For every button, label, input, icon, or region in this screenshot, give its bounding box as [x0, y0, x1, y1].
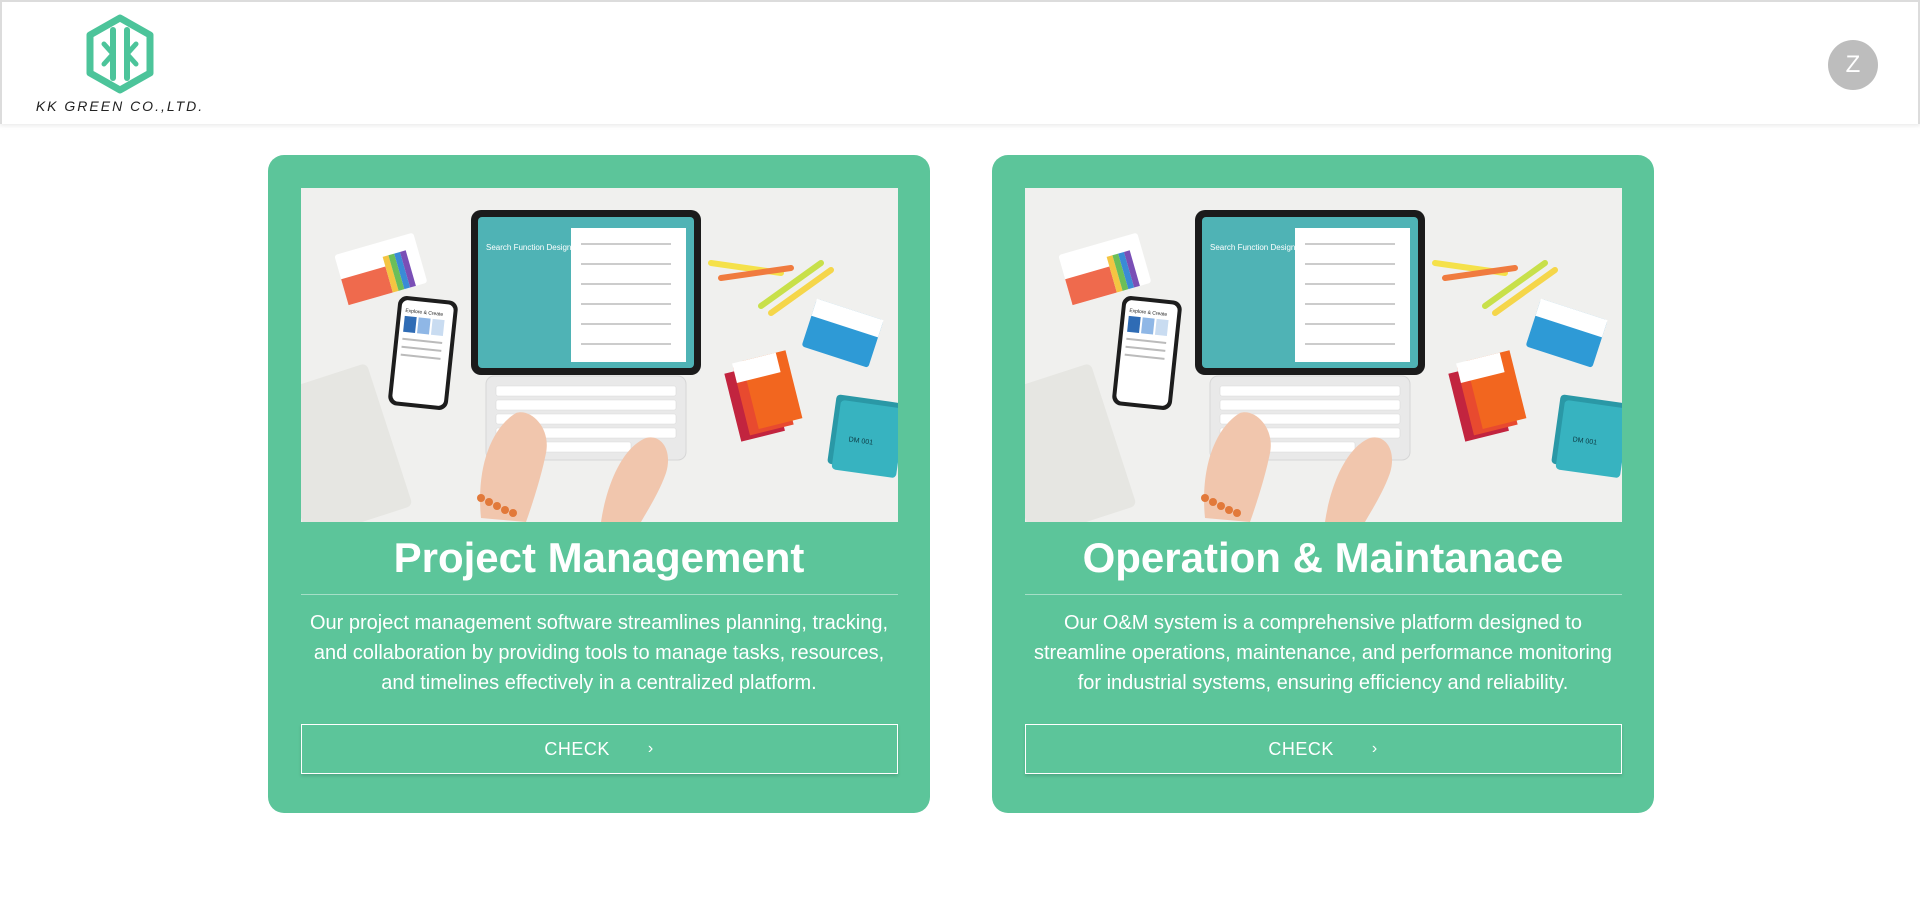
check-button-label: CHECK	[544, 738, 610, 759]
check-button-label: CHECK	[1268, 738, 1334, 759]
chevron-right-icon: ›	[1371, 740, 1378, 757]
card-divider	[300, 594, 898, 595]
company-logo[interactable]: KK GREEN CO.,LTD.	[30, 14, 210, 116]
card-operation-maintenance: Explore & Create Search Function Design …	[992, 155, 1654, 813]
workspace-illustration: Explore & Create Search Function Design …	[300, 188, 898, 522]
company-name: KK GREEN CO.,LTD.	[35, 98, 205, 114]
card-description: Our project management software streamli…	[309, 612, 889, 694]
card-title: Operation & Maintanace	[1082, 534, 1564, 581]
workspace-photo: Explore & Create Search Function Design …	[300, 188, 898, 522]
card-description: Our O&M system is a comprehensive platfo…	[1033, 612, 1613, 694]
top-header: KK GREEN CO.,LTD. Z	[0, 0, 1920, 124]
chevron-right-icon: ›	[647, 740, 654, 757]
module-cards: Explore & Create Search Function Design …	[268, 155, 1654, 813]
card-title: Project Management	[393, 534, 805, 581]
logo-hexagon-icon	[86, 14, 154, 94]
card-divider	[1024, 594, 1622, 595]
user-avatar[interactable]: Z	[1828, 40, 1878, 90]
workspace-illustration: Explore & Create Search Function Design …	[1024, 188, 1622, 522]
check-button-project-management[interactable]: CHECK ›	[300, 724, 898, 774]
check-button-operation-maintenance[interactable]: CHECK ›	[1024, 724, 1622, 774]
workspace-photo: Explore & Create Search Function Design …	[1024, 188, 1622, 522]
card-project-management: Explore & Create Search Function Design …	[268, 155, 930, 813]
